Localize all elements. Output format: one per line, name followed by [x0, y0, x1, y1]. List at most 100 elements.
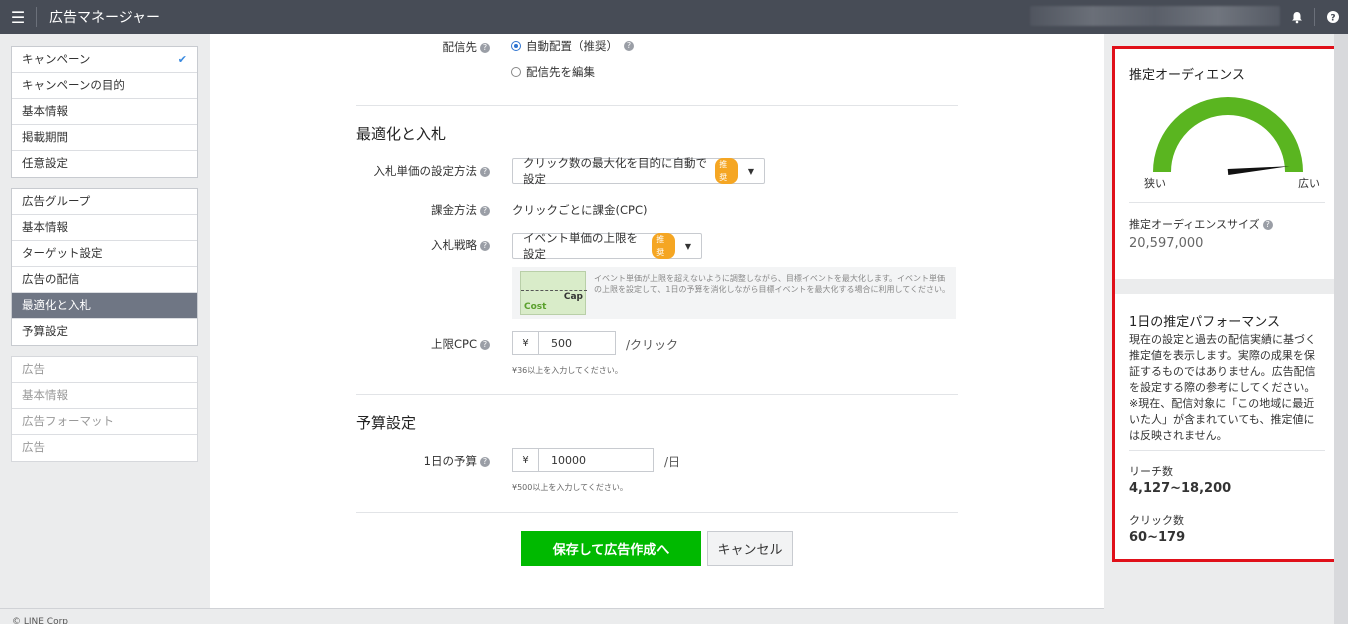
performance-description: 現在の設定と過去の配信実績に基づく推定値を表示します。実際の成果を保証するもので… — [1129, 333, 1316, 442]
sidebar: キャンペーン ✔ キャンペーンの目的 基本情報 掲載期間 任意設定 広告グループ… — [0, 34, 210, 610]
gauge-wide-label: 広い — [1298, 177, 1320, 190]
account-name-redacted[interactable] — [1030, 6, 1280, 26]
gauge-arc — [1153, 97, 1303, 173]
scrollbar[interactable] — [1334, 34, 1348, 624]
input-value[interactable]: 500 — [539, 332, 615, 354]
nav-group-campaign: キャンペーン ✔ キャンペーンの目的 基本情報 掲載期間 任意設定 — [11, 46, 198, 178]
audience-title: 推定オーディエンス — [1129, 68, 1245, 83]
select-value: イベント単価の上限を設定 — [523, 231, 638, 261]
billing-label: 課金方法? — [360, 202, 490, 218]
divider — [1129, 450, 1325, 451]
main-form: 配信先? 自動配置（推奨） ? 配信先を編集 最適化と入札 入札単価の設定方法?… — [210, 34, 1104, 608]
section-title-budget: 予算設定 — [356, 414, 417, 432]
divider — [356, 105, 958, 106]
help-icon[interactable]: ? — [480, 205, 490, 216]
nav-ad-format: 広告フォーマット — [12, 409, 197, 435]
audience-card: 推定オーディエンス 狭い 広い 推定オーディエンスサイズ? 20,597,000 — [1114, 46, 1338, 279]
nav-adgroup-budget[interactable]: 予算設定 — [12, 319, 197, 345]
click-value: 60~179 — [1129, 530, 1186, 545]
divider — [356, 512, 958, 513]
nav-campaign-objective[interactable]: キャンペーンの目的 — [12, 73, 197, 99]
radio-selected-icon[interactable] — [511, 41, 521, 51]
label-text: 1日の予算 — [423, 454, 477, 468]
label-text: 入札単価の設定方法 — [373, 164, 478, 178]
cap-label: Cap — [563, 292, 583, 302]
caret-down-icon: ▼ — [684, 241, 691, 251]
label-text: 入札戦略 — [431, 238, 477, 252]
help-icon[interactable]: ? — [1320, 0, 1346, 34]
bid-method-select[interactable]: クリック数の最大化を目的に自動で設定 推奨 ▼ — [512, 156, 765, 186]
radio-unselected-icon[interactable] — [511, 67, 521, 77]
cap-note: ¥36以上を入力してください。 — [512, 366, 623, 375]
nav-campaign-basic[interactable]: 基本情報 — [12, 99, 197, 125]
strategy-hint-box: Cap Cost イベント単価が上限を超えないように調整しながら、目標イベントを… — [512, 267, 956, 319]
save-button[interactable]: 保存して広告作成へ — [521, 531, 701, 566]
nav-campaign-optional[interactable]: 任意設定 — [12, 151, 197, 177]
caret-down-icon: ▼ — [747, 166, 754, 176]
cap-cpc-label: 上限CPC? — [360, 336, 490, 352]
daily-unit: /日 — [664, 455, 681, 469]
gauge-narrow-label: 狭い — [1144, 177, 1166, 190]
top-bar: ☰ 広告マネージャー ? — [0, 0, 1348, 34]
reach-value: 4,127~18,200 — [1129, 481, 1232, 496]
divider — [356, 394, 958, 395]
reach-label: リーチ数 — [1129, 465, 1173, 478]
help-icon[interactable]: ? — [624, 41, 634, 51]
nav-campaign-header[interactable]: キャンペーン ✔ — [12, 47, 197, 73]
help-icon[interactable]: ? — [1262, 220, 1273, 230]
nav-group-adgroup: 広告グループ 基本情報 ターゲット設定 広告の配信 最適化と入札 予算設定 — [11, 188, 198, 346]
footer: © LINE Corp — [0, 608, 1104, 624]
cost-label: Cost — [524, 302, 547, 312]
currency-prefix: ¥ — [513, 449, 539, 471]
cancel-button[interactable]: キャンセル — [707, 531, 793, 566]
nav-adgroup-target[interactable]: ターゲット設定 — [12, 241, 197, 267]
daily-budget-input[interactable]: ¥ 10000 — [512, 448, 654, 472]
nav-adgroup-delivery[interactable]: 広告の配信 — [12, 267, 197, 293]
gauge-needle — [1227, 166, 1290, 175]
menu-icon[interactable]: ☰ — [0, 0, 36, 34]
label-text: 推定オーディエンスサイズ — [1129, 218, 1260, 231]
bell-icon[interactable] — [1284, 0, 1310, 34]
nav-adgroup-optimization[interactable]: 最適化と入札 — [12, 293, 197, 319]
help-icon[interactable]: ? — [480, 166, 490, 177]
click-label: クリック数 — [1129, 514, 1184, 527]
nav-ad-basic: 基本情報 — [12, 383, 197, 409]
placement-label: 配信先? — [390, 39, 490, 55]
recommend-badge: 推奨 — [715, 158, 738, 184]
placement-edit-radio[interactable]: 配信先を編集 — [511, 64, 595, 80]
label-text: 配信先 — [442, 40, 478, 54]
label-text: 課金方法 — [431, 203, 477, 217]
strategy-select[interactable]: イベント単価の上限を設定 推奨 ▼ — [512, 231, 702, 261]
help-icon[interactable]: ? — [480, 240, 490, 251]
performance-title: 1日の推定パフォーマンス — [1129, 315, 1281, 330]
divider — [1129, 202, 1325, 203]
placement-auto-radio[interactable]: 自動配置（推奨） ? — [511, 38, 634, 54]
nav-campaign-period[interactable]: 掲載期間 — [12, 125, 197, 151]
billing-value: クリックごとに課金(CPC) — [512, 203, 648, 217]
label-text: 上限CPC — [431, 337, 477, 351]
divider — [1314, 8, 1315, 26]
estimate-panel: 推定オーディエンス 狭い 広い 推定オーディエンスサイズ? 20,597,000… — [1104, 34, 1348, 624]
hint-text: イベント単価が上限を超えないように調整しながら、目標イベントを最大化します。イベ… — [594, 274, 950, 294]
cap-cpc-input[interactable]: ¥ 500 — [512, 331, 616, 355]
help-icon[interactable]: ? — [480, 339, 490, 350]
audience-size-label: 推定オーディエンスサイズ? — [1129, 216, 1273, 232]
audience-size-value: 20,597,000 — [1129, 236, 1204, 251]
select-value: クリック数の最大化を目的に自動で設定 — [523, 156, 707, 186]
input-value[interactable]: 10000 — [539, 449, 653, 471]
strategy-label: 入札戦略? — [360, 237, 490, 253]
cap-unit: /クリック — [626, 338, 679, 352]
help-icon[interactable]: ? — [480, 42, 490, 53]
cost-cap-illustration: Cap Cost — [520, 271, 587, 315]
nav-adgroup-basic[interactable]: 基本情報 — [12, 215, 197, 241]
cap-line — [521, 290, 587, 291]
help-icon[interactable]: ? — [480, 456, 490, 467]
audience-gauge — [1153, 97, 1303, 175]
daily-budget-label: 1日の予算? — [360, 453, 490, 469]
performance-card: 1日の推定パフォーマンス 現在の設定と過去の配信実績に基づく推定値を表示します。… — [1114, 294, 1338, 562]
check-icon: ✔ — [177, 53, 187, 66]
nav-adgroup-header[interactable]: 広告グループ — [12, 189, 197, 215]
recommend-badge: 推奨 — [652, 233, 675, 259]
currency-prefix: ¥ — [513, 332, 539, 354]
nav-group-ad: 広告 基本情報 広告フォーマット 広告 — [11, 356, 198, 462]
